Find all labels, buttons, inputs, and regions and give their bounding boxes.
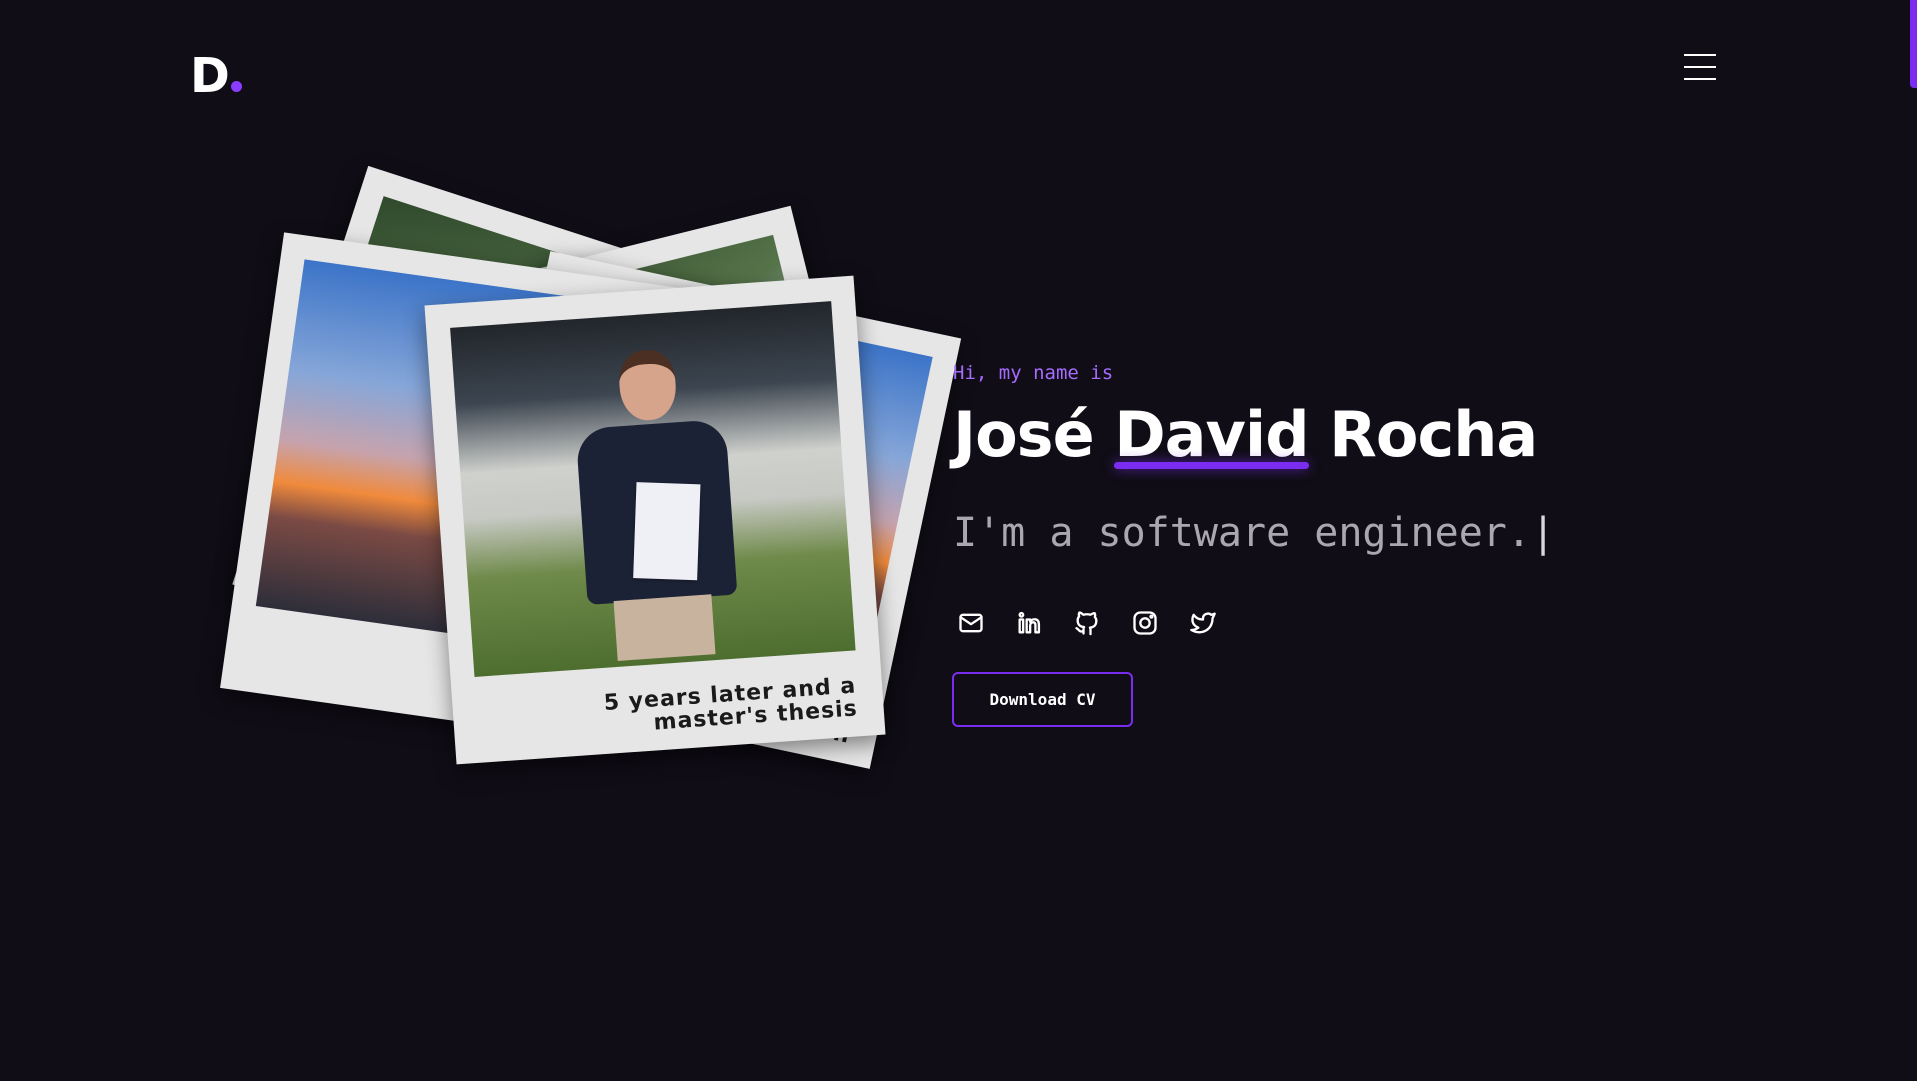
logo[interactable]: D [190,52,242,100]
thesis-document [633,482,701,581]
github-icon[interactable] [1069,605,1105,641]
logo-dot [230,81,242,92]
instagram-icon[interactable] [1127,605,1163,641]
polaroid-photo-thesis [450,301,856,677]
person-legs [613,594,716,661]
polaroid-stack[interactable]: n 5 years later and a master's thesis [200,165,962,840]
person-head [617,348,678,423]
download-cv-button[interactable]: Download CV [952,672,1133,727]
typing-caret: | [1530,510,1556,556]
name-last: Rocha [1329,398,1538,471]
mail-icon[interactable] [953,605,989,641]
name-highlight: David [1114,398,1310,471]
name-first: José [953,398,1095,471]
menu-line [1684,54,1716,56]
page: D n [0,0,1917,1081]
twitter-icon[interactable] [1185,605,1221,641]
polaroid-front: 5 years later and a master's thesis [424,275,886,765]
menu-line [1684,66,1716,68]
hero-name: José David Rocha [953,398,1538,471]
scroll-progress-indicator [1910,0,1917,88]
hamburger-menu-icon[interactable] [1684,54,1716,80]
hero-tagline: I'm a software engineer.| [953,510,1555,556]
logo-letter: D [190,48,230,104]
person-figure [570,345,742,675]
menu-line [1684,78,1716,80]
linkedin-icon[interactable] [1011,605,1047,641]
social-links [953,605,1221,641]
hero-greeting: Hi, my name is [953,362,1114,384]
tagline-text: I'm a software engineer. [953,510,1531,556]
polaroid-caption: 5 years later and a master's thesis [603,673,859,736]
